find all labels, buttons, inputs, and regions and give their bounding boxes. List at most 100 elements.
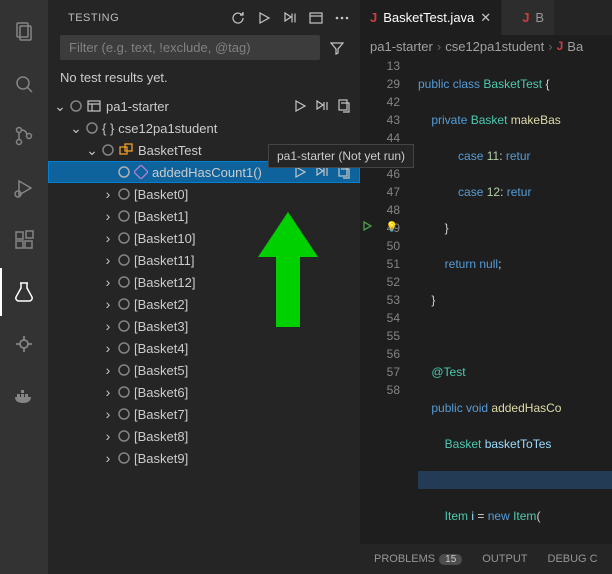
status-unset-icon (116, 296, 132, 312)
test-tree: ⌄ pa1-starter ⌄ { } cse12pa1student ⌄ Ba… (48, 95, 360, 574)
breadcrumb[interactable]: pa1-starter› cse12pa1student› J Ba (360, 35, 612, 57)
extensions-icon[interactable] (0, 216, 48, 264)
chevron-right-icon: › (100, 450, 116, 466)
tree-item-bracket[interactable]: ›[Basket6] (48, 381, 360, 403)
chevron-down-icon: ⌄ (84, 142, 100, 159)
tree-item-label: BasketTest (138, 143, 202, 158)
close-icon[interactable]: ✕ (480, 10, 491, 26)
docker-icon[interactable] (0, 372, 48, 420)
tree-item-bracket[interactable]: ›[Basket7] (48, 403, 360, 425)
chevron-right-icon: › (100, 318, 116, 334)
class-icon (118, 142, 134, 158)
problems-tab[interactable]: PROBLEMS15 (366, 549, 470, 569)
status-unset-icon (68, 98, 84, 114)
tree-item-label: [Basket2] (134, 297, 188, 312)
code-editor[interactable]: 13294243444546474849💡505152535455565758 … (360, 57, 612, 574)
status-unset-icon (116, 186, 132, 202)
tree-item-bracket[interactable]: ›[Basket0] (48, 183, 360, 205)
chevron-right-icon: › (100, 274, 116, 290)
tree-item-label: [Basket1] (134, 209, 188, 224)
status-unset-icon (116, 384, 132, 400)
breadcrumb-item[interactable]: cse12pa1student (445, 39, 544, 54)
run-all-icon[interactable] (254, 8, 274, 28)
status-unset-icon (100, 142, 116, 158)
tree-item-label: pa1-starter (106, 99, 169, 114)
tree-item-label: addedHasCount1() (152, 165, 262, 180)
chevron-right-icon: › (100, 186, 116, 202)
project-icon (86, 98, 102, 114)
editor-tab[interactable]: J BasketTest.java ✕ (360, 0, 502, 35)
breadcrumb-item[interactable]: Ba (567, 39, 583, 54)
editor-tabs: J BasketTest.java ✕ J B (360, 0, 612, 35)
tree-item-label: [Basket8] (134, 429, 188, 444)
status-unset-icon (116, 164, 132, 180)
debug-console-tab[interactable]: DEBUG C (540, 549, 606, 569)
run-debug-icon[interactable] (0, 164, 48, 212)
panel-header: TESTING (48, 0, 360, 35)
method-icon (134, 165, 148, 179)
chevron-right-icon: › (100, 384, 116, 400)
status-unset-icon (84, 120, 100, 136)
run-icon[interactable] (292, 98, 308, 114)
tree-item-bracket[interactable]: › [Basket12] (48, 271, 360, 293)
status-unset-icon (116, 340, 132, 356)
chevron-down-icon: ⌄ (52, 98, 68, 115)
status-unset-icon (116, 208, 132, 224)
code-content[interactable]: public class BasketTest { private Basket… (418, 57, 612, 574)
tree-item-label: [Basket4] (134, 341, 188, 356)
tree-item-label: [Basket12] (134, 275, 195, 290)
more-icon[interactable] (332, 8, 352, 28)
tree-item-bracket[interactable]: ›[Basket11] (48, 249, 360, 271)
tree-item-bracket[interactable]: ›[Basket10] (48, 227, 360, 249)
status-unset-icon (116, 362, 132, 378)
status-unset-icon (116, 274, 132, 290)
gutter: 13294243444546474849💡505152535455565758 (360, 57, 418, 574)
tree-item-bracket[interactable]: ›[Basket8] (48, 425, 360, 447)
status-unset-icon (116, 428, 132, 444)
chevron-right-icon: › (100, 230, 116, 246)
tree-item-bracket[interactable]: ›[Basket1] (48, 205, 360, 227)
editor-area: J BasketTest.java ✕ J B pa1-starter› cse… (360, 0, 612, 574)
refresh-icon[interactable] (228, 8, 248, 28)
tree-item-bracket[interactable]: › [Basket2] (48, 293, 360, 315)
tree-item-bracket[interactable]: › [Basket4] (48, 337, 360, 359)
explorer-icon[interactable] (0, 8, 48, 56)
tree-item-label: [Basket9] (134, 451, 188, 466)
remote-icon[interactable] (0, 320, 48, 368)
chevron-right-icon: › (100, 296, 116, 312)
testing-icon[interactable] (0, 268, 48, 316)
java-file-icon: J (522, 10, 529, 25)
tree-item-bracket[interactable]: › [Basket9] (48, 447, 360, 469)
tree-item-label: [Basket7] (134, 407, 188, 422)
debug-all-icon[interactable] (280, 8, 300, 28)
tab-label: B (535, 10, 544, 25)
filter-icon[interactable] (326, 37, 348, 59)
panel-tabs: PROBLEMS15 OUTPUT DEBUG C (360, 544, 612, 574)
testing-panel: TESTING No test results yet. ⌄ pa1-start… (48, 0, 360, 574)
namespace-icon: { } (102, 121, 114, 136)
chevron-right-icon: › (100, 252, 116, 268)
chevron-right-icon: › (100, 340, 116, 356)
debug-icon[interactable] (314, 98, 330, 114)
panel-title: TESTING (68, 12, 228, 24)
show-output-icon[interactable] (306, 8, 326, 28)
search-icon[interactable] (0, 60, 48, 108)
lightbulb-icon[interactable]: 💡 (386, 219, 398, 237)
tree-item-bracket[interactable]: ›[Basket5] (48, 359, 360, 381)
editor-tab-partial[interactable]: J B (512, 0, 555, 35)
tree-item-bracket[interactable]: › [Basket3] (48, 315, 360, 337)
activity-bar (0, 0, 48, 574)
chevron-right-icon: › (100, 362, 116, 378)
tree-item-label: [Basket3] (134, 319, 188, 334)
filter-input[interactable] (60, 35, 320, 60)
goto-icon[interactable] (336, 98, 352, 114)
source-control-icon[interactable] (0, 112, 48, 160)
breadcrumb-item[interactable]: pa1-starter (370, 39, 433, 54)
tree-item-package[interactable]: ⌄ { } cse12pa1student (48, 117, 360, 139)
run-gutter-icon[interactable] (360, 219, 376, 233)
java-file-icon: J (557, 39, 564, 53)
tab-label: BasketTest.java (383, 10, 474, 25)
chevron-down-icon: ⌄ (68, 120, 84, 137)
output-tab[interactable]: OUTPUT (474, 549, 535, 569)
tree-item-project[interactable]: ⌄ pa1-starter (48, 95, 360, 117)
